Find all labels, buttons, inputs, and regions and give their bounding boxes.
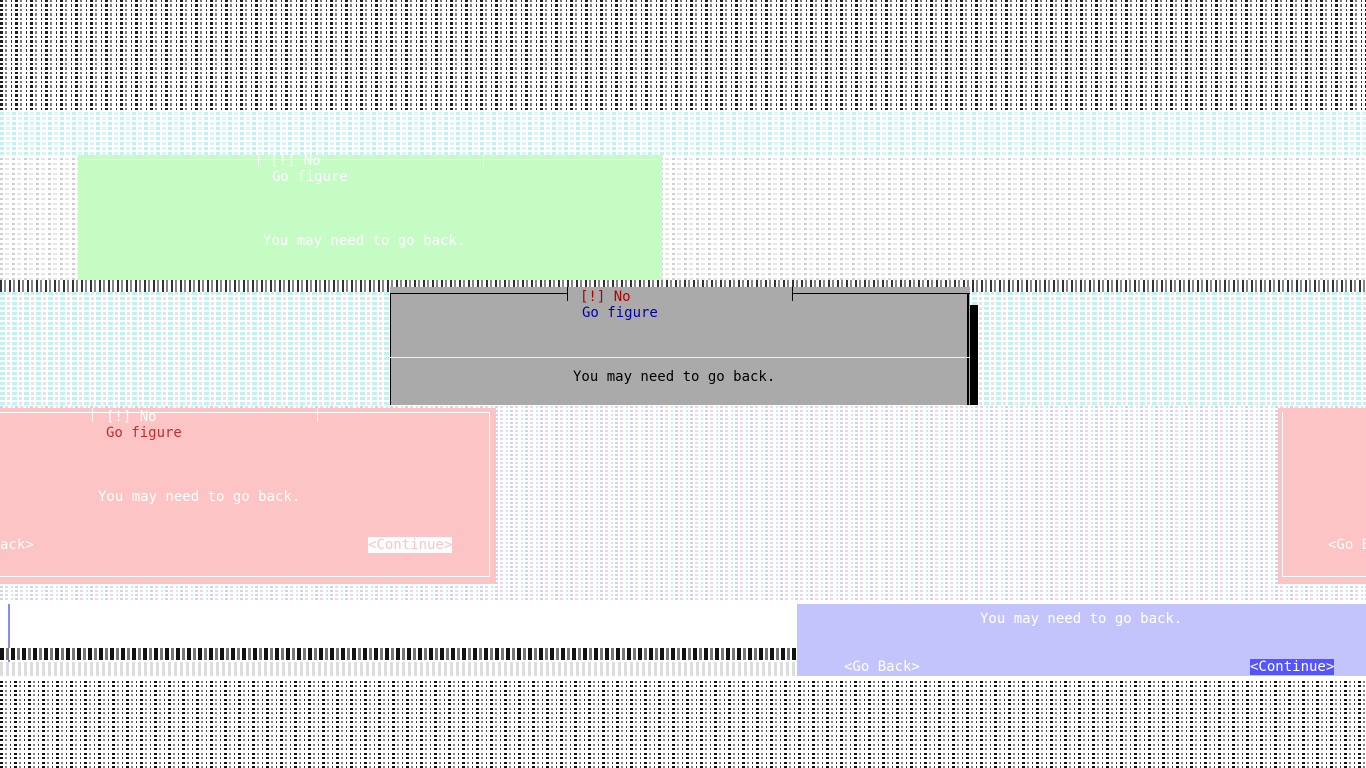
main-dialog-shadow (970, 305, 978, 405)
main-dialog-separator (390, 357, 970, 358)
ghost-red-border-right (489, 412, 490, 577)
ghost-red-continue-button[interactable]: <Continue> (368, 537, 453, 553)
glitch-noise-light-strip (0, 662, 796, 676)
ghost-dialog-red-right: <Go B (1278, 408, 1366, 584)
ghost-red-right-border-left (1282, 412, 1283, 577)
ghost-blue-back-button[interactable]: <Go Back> (844, 659, 920, 675)
ghost-dialog-blue: You may need to go back. <Go Back> <Cont… (796, 604, 1366, 676)
ghost-dialog-green: [!] No Go figure You may need to go back… (78, 153, 662, 280)
ghost-red-subtitle: Go figure (106, 425, 182, 441)
main-dialog-title: [!] No (580, 289, 631, 305)
main-dialog: [!] No Go figure You may need to go back… (390, 287, 970, 405)
ghost-blue-message: You may need to go back. (980, 611, 1183, 627)
main-dialog-border-left (390, 293, 391, 405)
glitch-noise-top (0, 0, 1366, 110)
main-dialog-border-right (967, 293, 969, 405)
ghost-red-right-border-bottom (1282, 576, 1366, 577)
ghost-blue-border-left (796, 604, 797, 676)
ghost-red-border-bottom (0, 576, 490, 577)
glitch-noise-cyan-1 (0, 110, 1366, 155)
ghost-dialog-red-left: [!] No Go figure You may need to go back… (0, 408, 496, 584)
ghost-green-title: [!] No (270, 153, 321, 169)
ghost-red-message: You may need to go back. (98, 489, 301, 505)
glitch-noise-dark-strip (0, 648, 796, 660)
ghost-green-message: You may need to go back. (263, 233, 466, 249)
ghost-green-subtitle: Go figure (272, 169, 348, 185)
ghost-blue-continue-button[interactable]: <Continue> (1250, 659, 1335, 675)
main-dialog-subtitle: Go figure (582, 305, 658, 321)
glitch-noise-bottom (0, 680, 1366, 768)
ghost-red-title: [!] No (106, 409, 157, 425)
ghost-red-right-back-button[interactable]: <Go B (1328, 537, 1366, 553)
main-dialog-message: You may need to go back. (573, 369, 776, 385)
ghost-red-back-button[interactable]: ack> (0, 537, 34, 553)
